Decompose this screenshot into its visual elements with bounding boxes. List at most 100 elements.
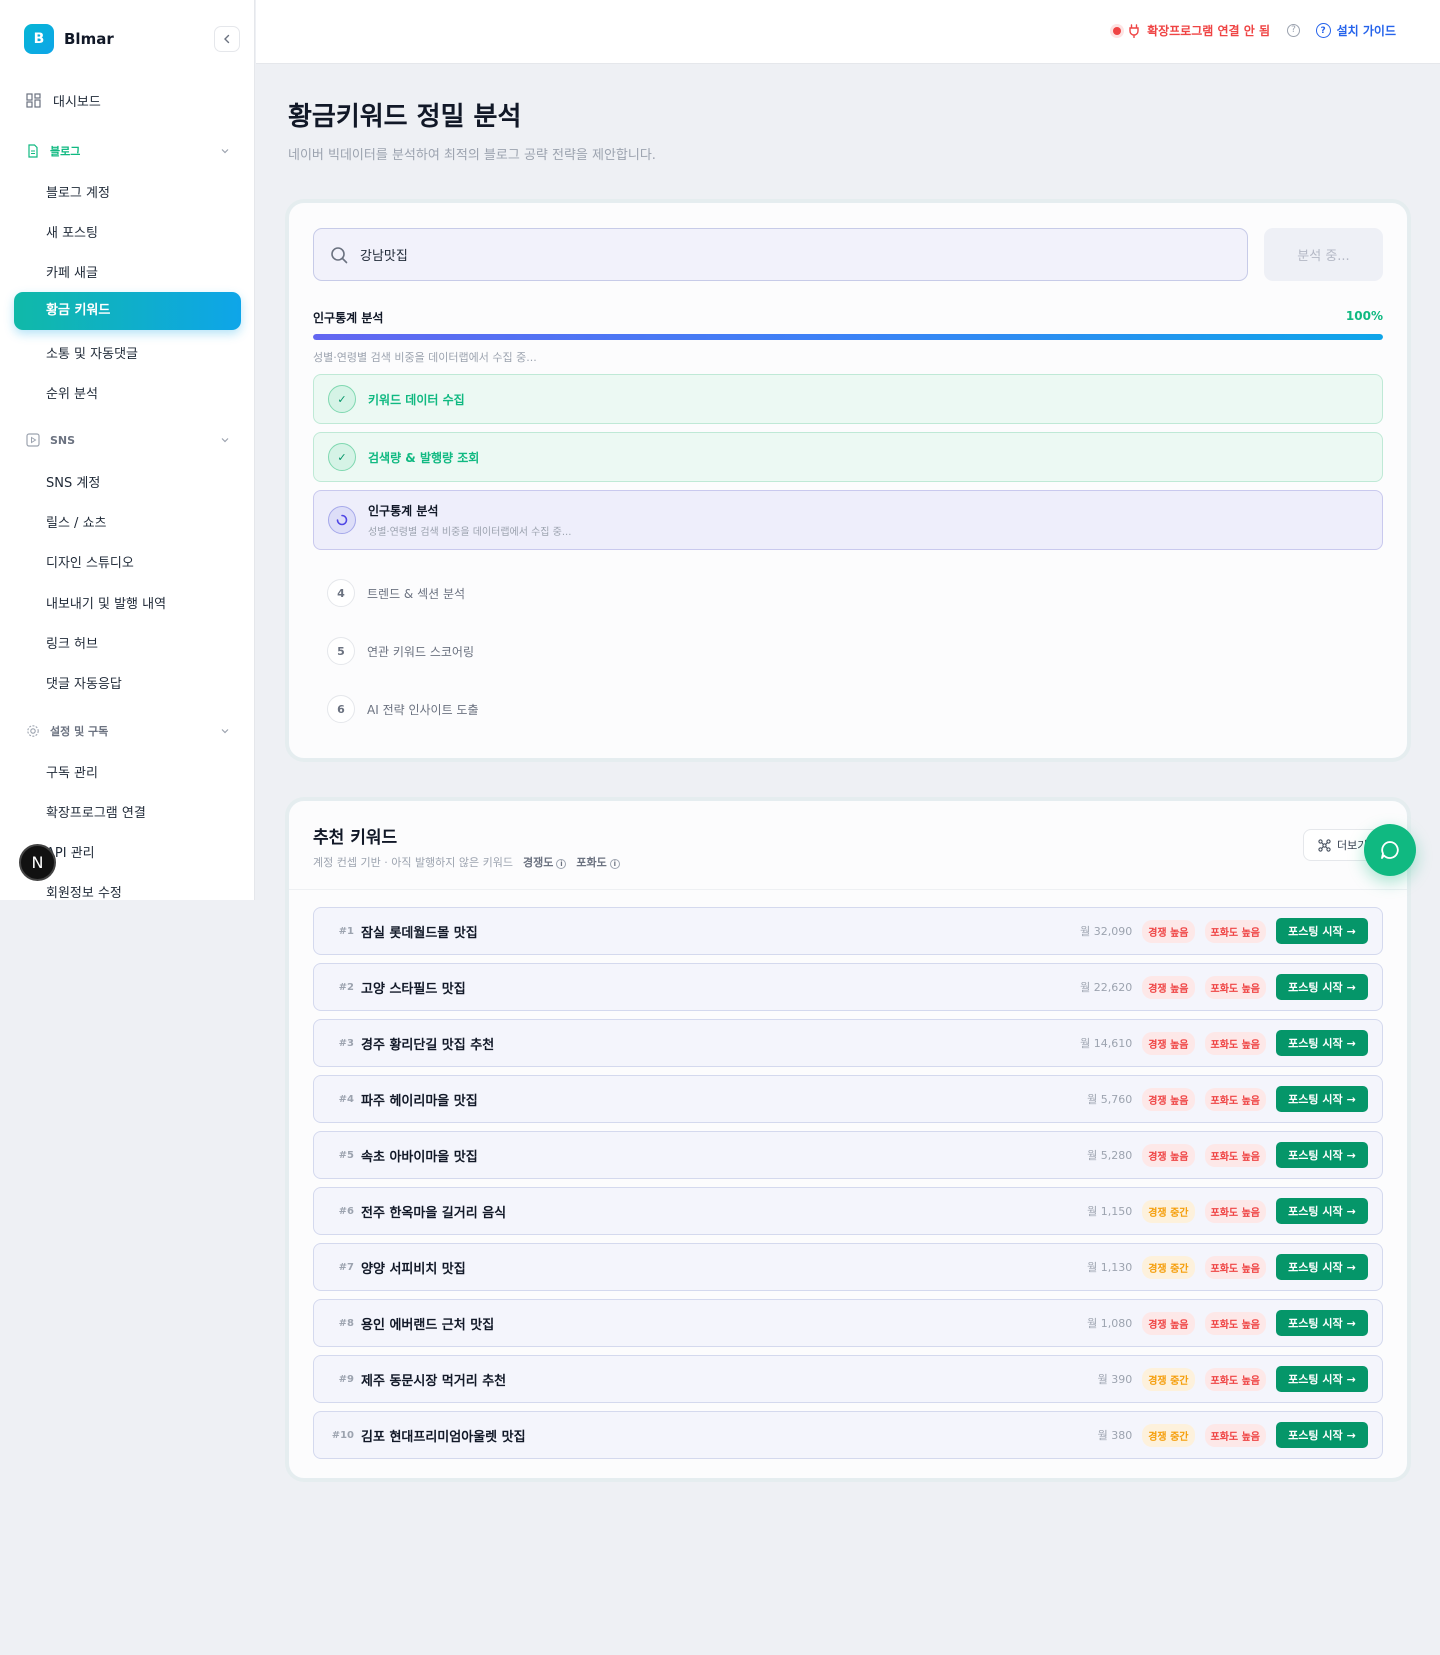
sidebar-item-reels[interactable]: 릴스 / 쇼츠 xyxy=(46,512,107,531)
search-value: 강남맛집 xyxy=(360,249,408,264)
sidebar-item-dashboard[interactable]: 대시보드 xyxy=(26,91,101,110)
keyword-volume: 월 380 xyxy=(1097,1429,1133,1442)
sidebar-item-export-history[interactable]: 내보내기 및 발행 내역 xyxy=(46,593,166,612)
start-posting-button[interactable]: 포스팅 시작 → xyxy=(1276,974,1368,1000)
sidebar-item-golden-keyword[interactable]: 황금 키워드 xyxy=(14,292,241,330)
keyword-search-input[interactable]: 강남맛집 xyxy=(313,228,1248,281)
keyword-row[interactable]: #6 전주 한옥마을 길거리 음식 월 1,150 경쟁 중간 포화도 높음 포스팅 시작… xyxy=(313,1187,1383,1235)
keyword-rank: #2 xyxy=(338,981,354,993)
network-icon xyxy=(1318,838,1331,852)
saturation-legend[interactable]: 포화도 i xyxy=(576,854,620,870)
saturation-badge: 포화도 높음 xyxy=(1204,1199,1266,1223)
sidebar-section-settings[interactable]: 설정 및 구독 xyxy=(26,723,230,739)
sidebar-item-profile[interactable]: 회원정보 수정 xyxy=(46,882,122,901)
keyword-row[interactable]: #1 잠실 롯데월드몰 맛집 월 32,090 경쟁 높음 포화도 높음 포스팅 시작 → xyxy=(313,907,1383,955)
install-guide-link[interactable]: ? 설치 가이드 xyxy=(1315,22,1396,39)
competition-badge: 경쟁 높음 xyxy=(1142,919,1195,943)
keyword-name: 용인 에버랜드 근처 맛집 xyxy=(361,1317,495,1333)
start-posting-button[interactable]: 포스팅 시작 → xyxy=(1276,1310,1368,1336)
sidebar-section-label: 설정 및 구독 xyxy=(50,725,109,738)
keyword-meta: 월 1,130 경쟁 중간 포화도 높음 포스팅 시작 → xyxy=(1060,1254,1368,1280)
sidebar-item-cafe-post[interactable]: 카페 새글 xyxy=(46,262,98,281)
extension-status-text: 확장프로그램 연결 안 됨 xyxy=(1147,24,1270,38)
sidebar-item-design-studio[interactable]: 디자인 스튜디오 xyxy=(46,552,134,571)
chat-button[interactable] xyxy=(1364,824,1416,876)
status-dot xyxy=(1113,26,1122,35)
keyword-row[interactable]: #10 김포 현대프리미엄아울렛 맛집 월 380 경쟁 중간 포화도 높음 포스팅 시작… xyxy=(313,1411,1383,1459)
saturation-badge: 포화도 높음 xyxy=(1204,1143,1266,1167)
keyword-meta: 월 380 경쟁 중간 포화도 높음 포스팅 시작 → xyxy=(1060,1422,1368,1448)
keyword-meta: 월 5,760 경쟁 높음 포화도 높음 포스팅 시작 → xyxy=(1060,1086,1368,1112)
sidebar-item-subscription[interactable]: 구독 관리 xyxy=(46,762,98,781)
sidebar-item-link-hub[interactable]: 링크 허브 xyxy=(46,633,98,652)
step-label: 검색량 & 발행량 조회 xyxy=(368,450,480,465)
competition-badge: 경쟁 중간 xyxy=(1142,1423,1195,1447)
sidebar-item-new-post[interactable]: 새 포스팅 xyxy=(46,222,98,241)
check-icon: ✓ xyxy=(328,443,356,471)
start-posting-button[interactable]: 포스팅 시작 → xyxy=(1276,918,1368,944)
start-posting-button[interactable]: 포스팅 시작 → xyxy=(1276,1366,1368,1392)
start-posting-button[interactable]: 포스팅 시작 → xyxy=(1276,1422,1368,1448)
keyword-row[interactable]: #9 제주 동문시장 먹거리 추천 월 390 경쟁 중간 포화도 높음 포스팅 시작 → xyxy=(313,1355,1383,1403)
arrow-right-icon: → xyxy=(1346,1260,1356,1274)
extension-status[interactable]: 확장프로그램 연결 안 됨 xyxy=(1113,22,1270,39)
keyword-rank: #5 xyxy=(338,1149,354,1161)
step-label: 키워드 데이터 수집 xyxy=(368,392,465,407)
keyword-row[interactable]: #4 파주 헤이리마을 맛집 월 5,760 경쟁 높음 포화도 높음 포스팅 시작 → xyxy=(313,1075,1383,1123)
saturation-badge: 포화도 높음 xyxy=(1204,1087,1266,1111)
start-posting-label: 포스팅 시작 xyxy=(1288,1149,1343,1162)
start-posting-label: 포스팅 시작 xyxy=(1288,1261,1343,1274)
competition-badge: 경쟁 중간 xyxy=(1142,1255,1195,1279)
collapse-sidebar-button[interactable] xyxy=(214,26,240,52)
start-posting-button[interactable]: 포스팅 시작 → xyxy=(1276,1142,1368,1168)
start-posting-button[interactable]: 포스팅 시작 → xyxy=(1276,1198,1368,1224)
help-icon[interactable]: ? xyxy=(1287,24,1300,37)
sidebar-item-blog-account[interactable]: 블로그 계정 xyxy=(46,182,110,201)
search-icon xyxy=(331,246,348,263)
start-posting-label: 포스팅 시작 xyxy=(1288,1037,1343,1050)
keyword-row[interactable]: #8 용인 에버랜드 근처 맛집 월 1,080 경쟁 높음 포화도 높음 포스팅 시작 → xyxy=(313,1299,1383,1347)
brand[interactable]: B Blmar xyxy=(24,24,114,54)
sidebar-item-rank-analysis[interactable]: 순위 분석 xyxy=(46,383,98,402)
keyword-row[interactable]: #3 경주 황리단길 맛집 추천 월 14,610 경쟁 높음 포화도 높음 포스팅 시작… xyxy=(313,1019,1383,1067)
sidebar-section-blog[interactable]: 블로그 xyxy=(26,143,230,159)
keyword-row[interactable]: #7 양양 서피비치 맛집 월 1,130 경쟁 중간 포화도 높음 포스팅 시작 → xyxy=(313,1243,1383,1291)
arrow-right-icon: → xyxy=(1346,1092,1356,1106)
spinner-icon xyxy=(328,506,356,534)
keyword-volume: 월 5,280 xyxy=(1087,1149,1133,1162)
sidebar-item-comment-autoreply[interactable]: 댓글 자동응답 xyxy=(46,673,122,692)
arrow-right-icon: → xyxy=(1346,1036,1356,1050)
section-title: 추천 키워드 xyxy=(313,828,398,848)
keyword-volume: 월 1,150 xyxy=(1087,1205,1133,1218)
keyword-row[interactable]: #5 속초 아바이마을 맛집 월 5,280 경쟁 높음 포화도 높음 포스팅 시작 → xyxy=(313,1131,1383,1179)
competition-legend[interactable]: 경쟁도 i xyxy=(523,854,567,870)
chevron-left-icon xyxy=(224,34,230,44)
topbar: 확장프로그램 연결 안 됨 ? ? 설치 가이드 xyxy=(256,0,1440,64)
step-label: AI 전략 인사이트 도출 xyxy=(367,702,479,717)
sidebar-section-sns[interactable]: SNS xyxy=(26,433,230,447)
sidebar-item-extension[interactable]: 확장프로그램 연결 xyxy=(46,802,146,821)
sidebar-item-auto-comment[interactable]: 소통 및 자동댓글 xyxy=(46,343,138,362)
start-posting-button[interactable]: 포스팅 시작 → xyxy=(1276,1030,1368,1056)
sidebar-item-sns-account[interactable]: SNS 계정 xyxy=(46,472,100,491)
start-posting-button[interactable]: 포스팅 시작 → xyxy=(1276,1254,1368,1280)
step-number: 4 xyxy=(327,579,355,607)
keyword-row[interactable]: #2 고양 스타필드 맛집 월 22,620 경쟁 높음 포화도 높음 포스팅 시작 → xyxy=(313,963,1383,1011)
install-guide-label: 설치 가이드 xyxy=(1336,24,1396,38)
keyword-volume: 월 14,610 xyxy=(1080,1037,1133,1050)
start-posting-button[interactable]: 포스팅 시작 → xyxy=(1276,1086,1368,1112)
analyze-button[interactable]: 분석 중... xyxy=(1264,228,1383,281)
saturation-badge: 포화도 높음 xyxy=(1204,1423,1266,1447)
keyword-rank: #4 xyxy=(338,1093,354,1105)
keyword-rank: #10 xyxy=(331,1429,354,1441)
start-posting-label: 포스팅 시작 xyxy=(1288,981,1343,994)
chevron-down-icon xyxy=(221,438,229,443)
keyword-meta: 월 22,620 경쟁 높음 포화도 높음 포스팅 시작 → xyxy=(1060,974,1368,1000)
question-circle-icon: ? xyxy=(1315,23,1331,38)
sidebar: B Blmar 대시보드 블로그 블로그 계정 새 포스팅 카페 새글 황금 키… xyxy=(0,0,255,901)
avatar[interactable]: N xyxy=(19,844,56,881)
keyword-volume: 월 1,130 xyxy=(1087,1261,1133,1274)
gear-icon xyxy=(27,725,39,737)
step-sublabel: 성별·연령별 검색 비중을 데이터랩에서 수집 중... xyxy=(368,527,572,538)
keyword-name: 경주 황리단길 맛집 추천 xyxy=(361,1037,495,1053)
